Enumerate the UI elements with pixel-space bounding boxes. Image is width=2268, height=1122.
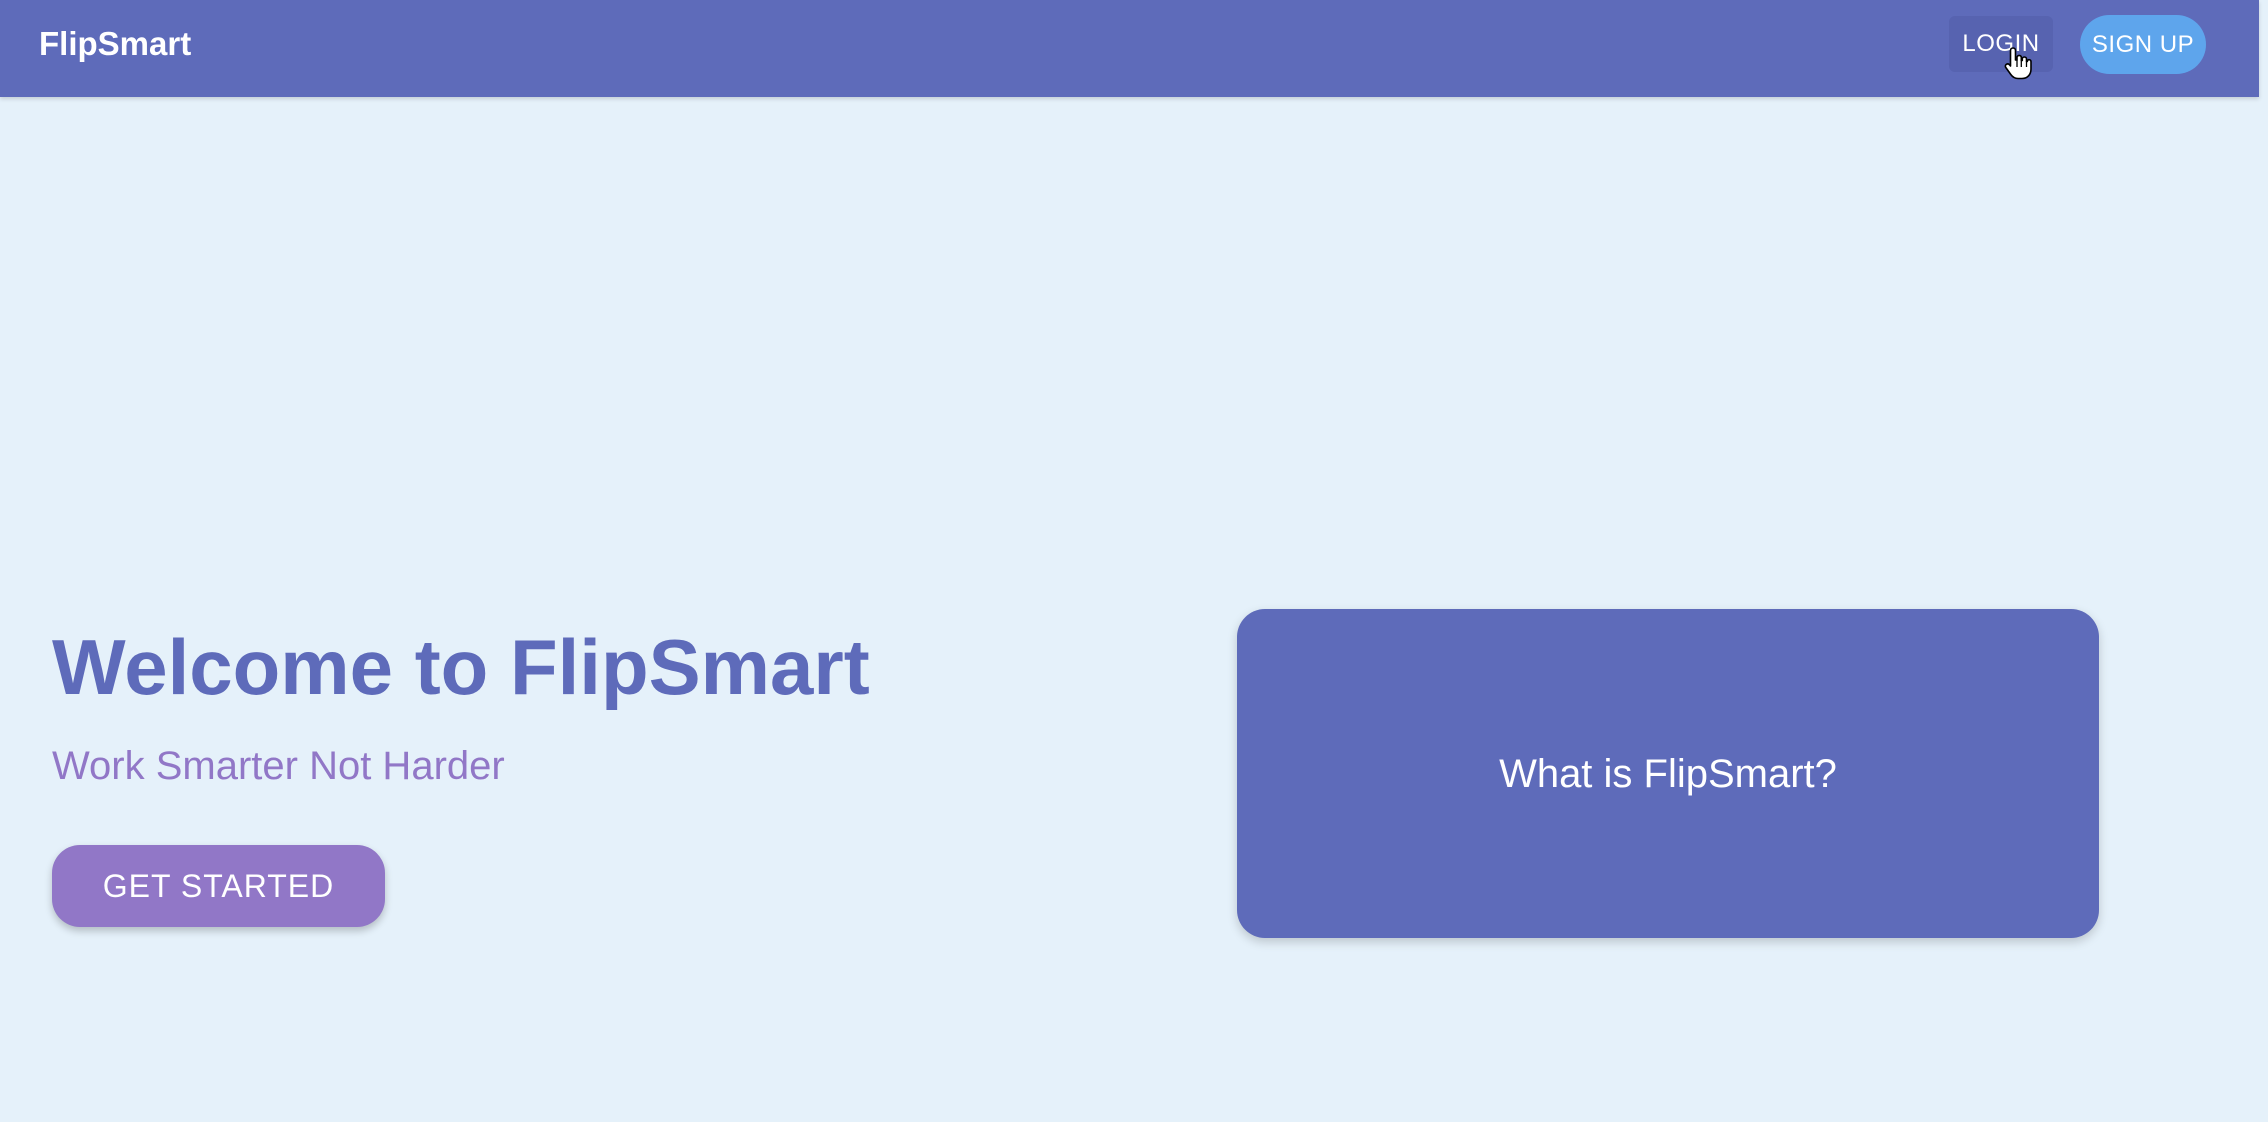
app-bar: FlipSmart LOGIN SIGN UP (0, 0, 2259, 97)
sign-up-button[interactable]: SIGN UP (2080, 15, 2206, 74)
hand-pointer-icon (2004, 47, 2032, 80)
login-button[interactable]: LOGIN (1949, 16, 2053, 72)
brand-logo-text[interactable]: FlipSmart (39, 24, 191, 64)
hero-subtitle: Work Smarter Not Harder (52, 744, 505, 788)
hero-title: Welcome to FlipSmart (52, 623, 870, 711)
info-card-label: What is FlipSmart? (1499, 751, 1837, 796)
what-is-flipsmart-card[interactable]: What is FlipSmart? (1237, 609, 2099, 938)
get-started-button[interactable]: GET STARTED (52, 845, 385, 927)
